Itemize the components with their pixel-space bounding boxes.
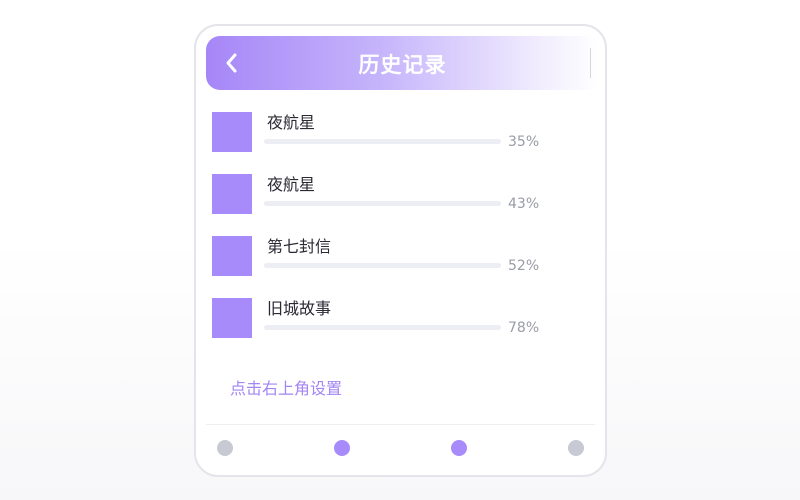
- progress-track: [264, 263, 501, 268]
- header-bar: 历史记录: [206, 36, 599, 90]
- book-title: 旧城故事: [267, 299, 332, 318]
- pager-dot[interactable]: [334, 440, 350, 456]
- book-cover: [212, 236, 252, 276]
- progress-track: [264, 139, 501, 144]
- settings-hint-link[interactable]: 点击右上角设置: [230, 375, 342, 399]
- pager-dot[interactable]: [568, 440, 584, 456]
- history-item[interactable]: 旧城故事 78%: [212, 298, 552, 360]
- history-list: 夜航星 35% 夜航星 43% 第七封信 52% 旧城故事 78%: [212, 112, 552, 360]
- progress-track: [264, 325, 501, 330]
- book-cover: [212, 112, 252, 152]
- page-title: 历史记录: [358, 53, 447, 77]
- progress-track: [264, 201, 501, 206]
- progress-percent: 43%: [508, 196, 540, 212]
- book-title: 夜航星: [267, 113, 316, 132]
- book-cover: [212, 298, 252, 338]
- book-title: 第七封信: [267, 237, 332, 256]
- history-item[interactable]: 夜航星 35%: [212, 112, 552, 174]
- progress-percent: 52%: [508, 258, 540, 274]
- progress-percent: 35%: [508, 134, 540, 150]
- footer-divider: [206, 424, 595, 425]
- history-item[interactable]: 第七封信 52%: [212, 236, 552, 298]
- book-cover: [212, 174, 252, 214]
- pager-dot[interactable]: [217, 440, 233, 456]
- book-title: 夜航星: [267, 175, 316, 194]
- history-item[interactable]: 夜航星 43%: [212, 174, 552, 236]
- pager-dot[interactable]: [451, 440, 467, 456]
- progress-percent: 78%: [508, 320, 540, 336]
- header-divider: [590, 48, 591, 78]
- phone-frame: 历史记录 夜航星 35% 夜航星 43% 第七封信 52% 旧城故事 78% 点…: [194, 24, 607, 477]
